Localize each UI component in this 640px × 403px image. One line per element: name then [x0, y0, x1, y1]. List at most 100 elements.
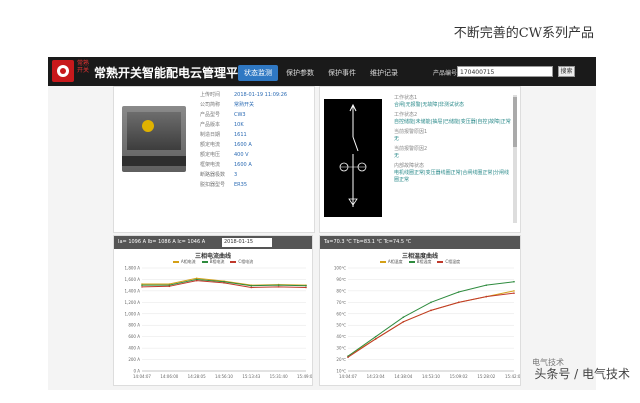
- data-point: [277, 286, 280, 288]
- search-button[interactable]: 搜索: [558, 66, 575, 77]
- data-point: [402, 316, 405, 319]
- device-info-panel: 上传时间 2018-01-19 11:09:26 公司简称 常熟开关 产品型号 CW3 产品…: [113, 86, 315, 233]
- y-tick-label: 50℃: [336, 323, 346, 328]
- info-value: 3: [234, 172, 238, 178]
- status-value: 电机线圈正常|变压器线圈正常|合闸线圈正常|分闸线圈正常: [394, 170, 510, 183]
- nav-maintenance-records[interactable]: 维护记录: [364, 65, 404, 81]
- data-point: [513, 292, 515, 294]
- data-point: [485, 295, 488, 298]
- data-point: [513, 280, 515, 283]
- status-key: 当前报警原因2: [394, 146, 428, 152]
- current-chart-panel: Ia= 1096 A Ib= 1086 A Ic= 1046 A 2018-01…: [113, 235, 313, 386]
- info-value: 常熟开关: [234, 102, 255, 108]
- y-tick-label: 30℃: [336, 346, 346, 351]
- date-input[interactable]: 2018-01-15: [222, 238, 272, 247]
- data-point: [195, 279, 198, 282]
- device-info-row: 额定电压 400 V: [200, 150, 312, 160]
- data-point: [347, 356, 349, 359]
- y-tick-label: 10℃: [336, 369, 346, 374]
- nav-protection-events[interactable]: 保护事件: [322, 65, 362, 81]
- watermark: 头条号 / 电气技术: [534, 367, 630, 381]
- product-code-input[interactable]: 170400715: [457, 66, 553, 77]
- info-value: ER35: [234, 182, 247, 188]
- status-item: 内部故障状态 电机线圈正常|变压器线圈正常|合闸线圈正常|分闸线圈正常: [394, 163, 512, 184]
- top-bar: 常熟开关 常熟开关智能配电云管理平台 状态监测 保护参数 保护事件 维护记录 产…: [48, 57, 596, 86]
- current-readout-bar: Ia= 1096 A Ib= 1086 A Ic= 1046 A: [114, 236, 312, 249]
- data-point: [141, 284, 143, 286]
- info-value: 1611: [234, 132, 247, 138]
- slide-title: 不断完善的CW系列产品: [453, 26, 594, 41]
- current-chart: 0 A 200 A 400 A 600 A 800 A 1,000 A 1,200 A 1,4…: [125, 266, 312, 380]
- data-point: [374, 335, 377, 338]
- x-tick-label: 14:38:04: [394, 374, 412, 379]
- x-tick-label: 14:28:05: [188, 374, 206, 379]
- info-value: 2018-01-19 11:09:26: [234, 92, 288, 98]
- info-value: 10K: [234, 122, 244, 128]
- status-value: 无: [394, 153, 400, 159]
- info-key: 额定电压: [200, 152, 221, 158]
- wiring-diagram: [324, 99, 382, 217]
- y-tick-label: 800 A: [128, 323, 140, 328]
- y-tick-label: 1,400 A: [125, 288, 141, 293]
- y-tick-label: 20℃: [336, 357, 346, 362]
- nav-status-monitor[interactable]: 状态监测: [238, 65, 278, 81]
- device-info-row: 额定电流 1600 A: [200, 140, 312, 150]
- x-tick-label: 14:06:00: [160, 374, 178, 379]
- info-key: 产品型号: [200, 112, 221, 118]
- device-info-row: 脱扣器型号 ER35: [200, 180, 312, 190]
- data-point: [250, 286, 253, 289]
- main-nav: 状态监测 保护参数 保护事件 维护记录: [238, 65, 404, 81]
- y-tick-label: 600 A: [128, 334, 140, 339]
- y-tick-label: 400 A: [128, 346, 140, 351]
- product-code-label: 产品编号: [433, 70, 458, 77]
- data-point: [277, 284, 280, 286]
- y-tick-label: 1,200 A: [125, 300, 141, 305]
- device-info-row: 公司简称 常熟开关: [200, 100, 312, 110]
- info-value: 1600 A: [234, 162, 252, 168]
- info-key: 产品版本: [200, 122, 221, 128]
- x-tick-label: 15:42:00: [505, 374, 520, 379]
- x-tick-label: 15:28:02: [477, 374, 495, 379]
- status-key: 工作状态2: [394, 112, 418, 118]
- info-key: 上传时间: [200, 92, 221, 98]
- status-item: 工作状态2 自控储能|未储能|抽屉|已储能|变压器|自控|故障|正常: [394, 112, 512, 126]
- status-item: 工作状态1 合闸|无报警|无故障|非测试状态: [394, 95, 512, 109]
- data-point: [457, 301, 460, 304]
- info-value: CW3: [234, 112, 246, 118]
- status-value: 合闸|无报警|无故障|非测试状态: [394, 102, 465, 108]
- info-key: 脱扣器型号: [200, 182, 226, 188]
- info-value: 400 V: [234, 152, 249, 158]
- y-tick-label: 40℃: [336, 334, 346, 339]
- x-tick-label: 15:31:40: [270, 374, 288, 379]
- data-point: [513, 290, 515, 292]
- data-point: [250, 284, 253, 287]
- wiring-diagram-svg: [339, 103, 367, 207]
- status-item: 当前报警原因1 无: [394, 129, 512, 143]
- status-value: 无: [394, 136, 400, 142]
- temperature-readout-bar: Ta=70.3 ℃ Tb=83.1 ℃ Tc=74.5 ℃: [320, 236, 520, 249]
- x-tick-label: 14:53:10: [422, 374, 440, 379]
- info-key: 额定电流: [200, 142, 221, 148]
- x-tick-label: 14:04:07: [339, 374, 357, 379]
- company-logo-icon: [52, 60, 74, 82]
- x-tick-label: 14:56:10: [215, 374, 233, 379]
- data-point: [168, 285, 171, 288]
- status-item: 当前报警原因2 无: [394, 146, 512, 160]
- x-tick-label: 15:13:43: [242, 374, 260, 379]
- device-info-row: 产品型号 CW3: [200, 110, 312, 120]
- device-info-list: 上传时间 2018-01-19 11:09:26 公司简称 常熟开关 产品型号 CW3 产品…: [200, 90, 312, 190]
- y-tick-label: 1,800 A: [125, 266, 141, 271]
- y-tick-label: 200 A: [128, 357, 140, 362]
- app-window: 常熟开关 常熟开关智能配电云管理平台 状态监测 保护参数 保护事件 维护记录 产…: [48, 57, 596, 390]
- info-key: 公司简称: [200, 102, 221, 108]
- status-list: 工作状态1 合闸|无报警|无故障|非测试状态 工作状态2 自控储能|未储能|抽屉|已储…: [394, 92, 512, 184]
- info-key: 断路器极数: [200, 172, 226, 178]
- temperature-chart-panel: Ta=70.3 ℃ Tb=83.1 ℃ Tc=74.5 ℃ 三相温度曲线 A相温…: [319, 235, 521, 386]
- data-point: [485, 284, 488, 286]
- brand-text: 常熟开关: [77, 60, 90, 74]
- y-tick-label: 100℃: [334, 266, 347, 271]
- y-tick-label: 60℃: [336, 311, 346, 316]
- nav-protection-params[interactable]: 保护参数: [280, 65, 320, 81]
- breaker-photo: [122, 106, 186, 172]
- status-scrollbar-thumb[interactable]: [513, 97, 517, 147]
